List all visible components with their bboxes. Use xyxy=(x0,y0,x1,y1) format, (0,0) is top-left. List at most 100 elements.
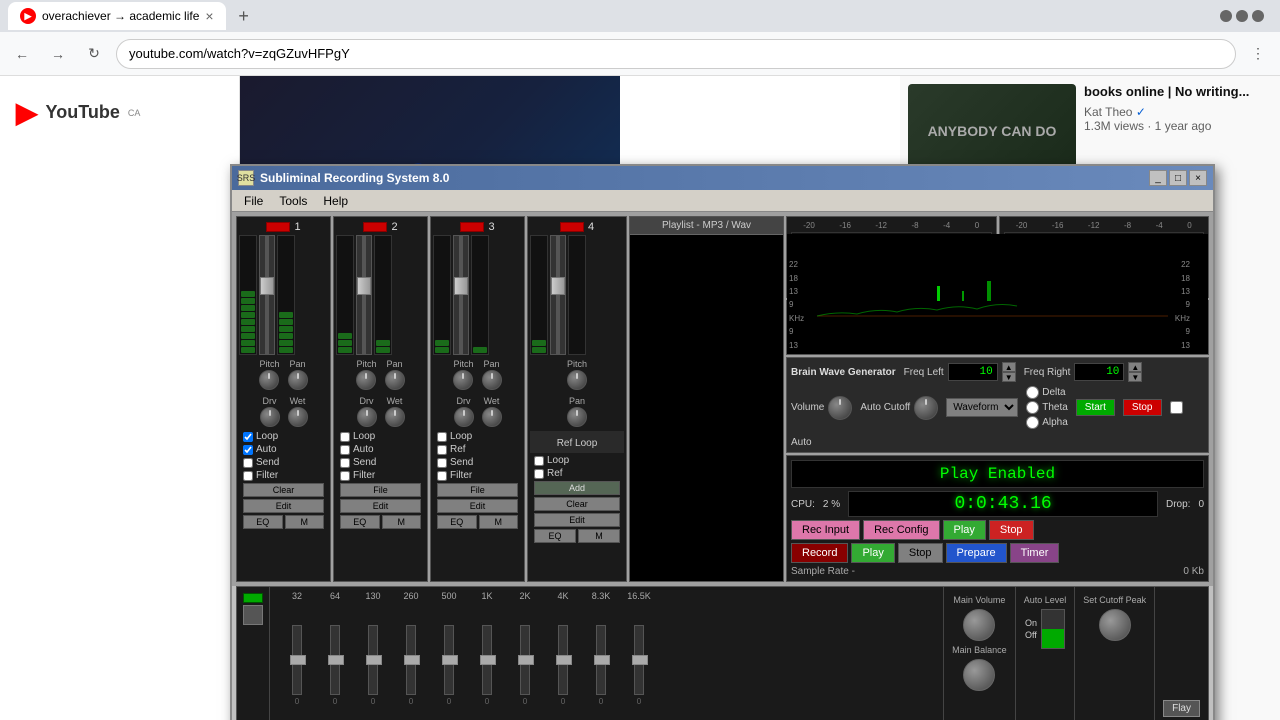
sw-close[interactable]: × xyxy=(1189,170,1207,186)
bwg-waveform-select[interactable]: Waveform xyxy=(946,398,1018,417)
eq-slider-thumb-5[interactable] xyxy=(442,655,458,665)
close-tab-button[interactable]: × xyxy=(205,8,213,24)
menu-tools[interactable]: Tools xyxy=(271,192,315,210)
play2-btn[interactable]: Play xyxy=(851,543,894,563)
bwg-freq-left-down[interactable]: ▼ xyxy=(1002,372,1016,382)
browser-tab[interactable]: ▶ overachiever → academic life × xyxy=(8,2,226,30)
ch2-wet-knob[interactable] xyxy=(385,407,405,427)
ch2-drv-knob[interactable] xyxy=(357,407,377,427)
ch2-eq-btn[interactable]: EQ xyxy=(340,515,380,529)
ch3-pitch-knob[interactable] xyxy=(453,370,473,390)
bwg-start-btn[interactable]: Start xyxy=(1076,399,1115,416)
stop2-btn[interactable]: Stop xyxy=(898,543,943,563)
ch1-pan-knob[interactable] xyxy=(288,370,308,390)
prepare-btn[interactable]: Prepare xyxy=(946,543,1007,563)
bwg-freq-left-up[interactable]: ▲ xyxy=(1002,362,1016,372)
ch3-m-btn[interactable]: M xyxy=(479,515,519,529)
close-button[interactable] xyxy=(1252,10,1264,22)
ch3-send-check[interactable] xyxy=(437,458,447,468)
ch4-fader[interactable] xyxy=(550,235,566,355)
extensions-button[interactable]: ⋮ xyxy=(1244,40,1272,68)
ch2-file-btn[interactable]: File xyxy=(340,483,421,497)
ch4-ref-check[interactable] xyxy=(534,469,544,479)
stop-btn[interactable]: Stop xyxy=(989,520,1034,540)
ch2-loop-check[interactable] xyxy=(340,432,350,442)
menu-help[interactable]: Help xyxy=(315,192,356,210)
bwg-theta-radio[interactable] xyxy=(1026,401,1039,414)
maximize-button[interactable] xyxy=(1236,10,1248,22)
ch2-fader[interactable] xyxy=(356,235,372,355)
ch2-filter-check[interactable] xyxy=(340,471,350,481)
eq-slider-thumb-1[interactable] xyxy=(290,655,306,665)
ch2-edit-btn[interactable]: Edit xyxy=(340,499,421,513)
bwg-volume-knob[interactable] xyxy=(828,396,852,420)
rec-input-btn[interactable]: Rec Input xyxy=(791,520,860,540)
back-button[interactable]: ← xyxy=(8,40,36,68)
ch4-loop-check[interactable] xyxy=(534,456,544,466)
ch3-loop-check[interactable] xyxy=(437,432,447,442)
ch3-filter-check[interactable] xyxy=(437,471,447,481)
ch3-fader[interactable] xyxy=(453,235,469,355)
bwg-delta-radio[interactable] xyxy=(1026,386,1039,399)
menu-file[interactable]: File xyxy=(236,192,271,210)
forward-button[interactable]: → xyxy=(44,40,72,68)
eq-slider-thumb-9[interactable] xyxy=(594,655,610,665)
bwg-autocutoff-knob[interactable] xyxy=(914,396,938,420)
ch4-pitch-knob[interactable] xyxy=(567,370,587,390)
ch2-pitch-knob[interactable] xyxy=(356,370,376,390)
ch2-pan-knob[interactable] xyxy=(385,370,405,390)
timer-btn[interactable]: Timer xyxy=(1010,543,1060,563)
eq-slider-thumb-3[interactable] xyxy=(366,655,382,665)
ch4-add-btn[interactable]: Add xyxy=(534,481,620,495)
eq-slider-thumb-4[interactable] xyxy=(404,655,420,665)
new-tab-button[interactable]: + xyxy=(230,2,258,30)
bwg-freq-right-up[interactable]: ▲ xyxy=(1128,362,1142,372)
ch1-clear-btn[interactable]: Clear xyxy=(243,483,324,497)
bwg-auto-check[interactable] xyxy=(1170,401,1183,414)
minimize-button[interactable] xyxy=(1220,10,1232,22)
set-cutoff-knob[interactable] xyxy=(1099,609,1131,641)
ch1-send-check[interactable] xyxy=(243,458,253,468)
ch3-eq-btn[interactable]: EQ xyxy=(437,515,477,529)
ch3-file-btn[interactable]: File xyxy=(437,483,518,497)
bwg-stop-btn[interactable]: Stop xyxy=(1123,399,1162,416)
ch1-fader[interactable] xyxy=(259,235,275,355)
address-bar[interactable] xyxy=(116,39,1236,69)
ch1-pitch-knob[interactable] xyxy=(259,370,279,390)
ch1-wet-knob[interactable] xyxy=(288,407,308,427)
bwg-freq-right-down[interactable]: ▼ xyxy=(1128,372,1142,382)
record-btn[interactable]: Record xyxy=(791,543,848,563)
ch1-m-btn[interactable]: M xyxy=(285,515,325,529)
eq-slider-thumb-2[interactable] xyxy=(328,655,344,665)
flay-btn[interactable]: Flay xyxy=(1163,700,1200,717)
ch3-edit-btn[interactable]: Edit xyxy=(437,499,518,513)
sw-minimize[interactable]: _ xyxy=(1149,170,1167,186)
play-btn[interactable]: Play xyxy=(943,520,986,540)
ch4-edit-btn[interactable]: Edit xyxy=(534,513,620,527)
bwg-alpha-radio[interactable] xyxy=(1026,416,1039,429)
ch4-pan-knob[interactable] xyxy=(567,407,587,427)
ch3-pan-knob[interactable] xyxy=(482,370,502,390)
ch4-m-btn[interactable]: M xyxy=(578,529,620,543)
youtube-logo[interactable]: ▶ YouTube CA xyxy=(0,84,239,141)
main-balance-knob[interactable] xyxy=(963,659,995,691)
ch4-clear-btn[interactable]: Clear xyxy=(534,497,620,511)
eq-slider-thumb-10[interactable] xyxy=(632,655,648,665)
ch3-wet-knob[interactable] xyxy=(482,407,502,427)
ch1-drv-knob[interactable] xyxy=(260,407,280,427)
ch1-auto-check[interactable] xyxy=(243,445,253,455)
eq-power-btn[interactable] xyxy=(243,605,263,625)
ch4-eq-btn[interactable]: EQ xyxy=(534,529,576,543)
eq-slider-thumb-8[interactable] xyxy=(556,655,572,665)
eq-slider-thumb-7[interactable] xyxy=(518,655,534,665)
ch1-filter-check[interactable] xyxy=(243,471,253,481)
main-volume-knob[interactable] xyxy=(963,609,995,641)
ch1-edit-btn[interactable]: Edit xyxy=(243,499,324,513)
ch1-loop-check[interactable] xyxy=(243,432,253,442)
ch3-ref-check[interactable] xyxy=(437,445,447,455)
reload-button[interactable]: ↻ xyxy=(80,40,108,68)
ch2-auto-check[interactable] xyxy=(340,445,350,455)
rec-config-btn[interactable]: Rec Config xyxy=(863,520,939,540)
ch3-drv-knob[interactable] xyxy=(454,407,474,427)
ch2-m-btn[interactable]: M xyxy=(382,515,422,529)
